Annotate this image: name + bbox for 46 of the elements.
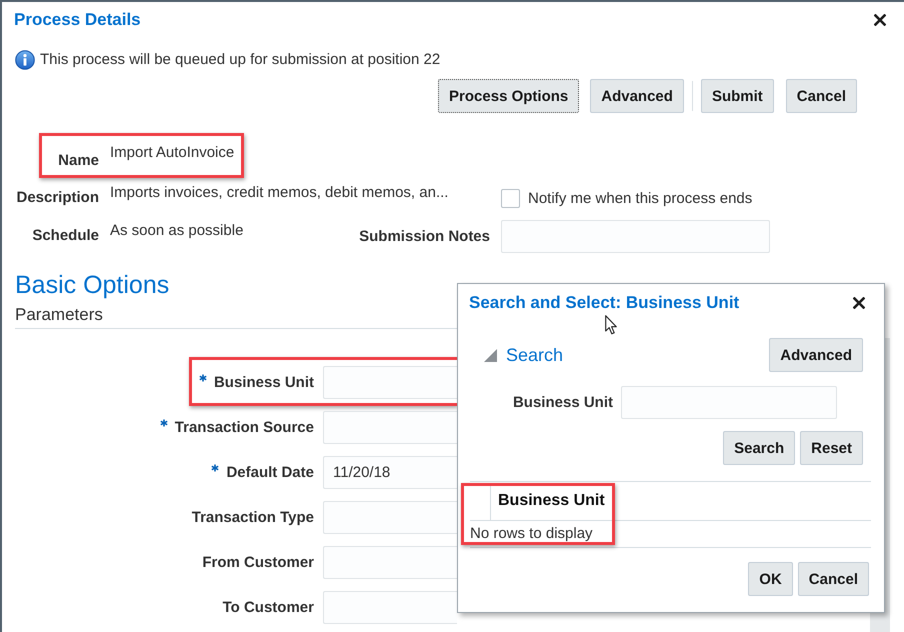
search-button[interactable]: Search	[723, 431, 796, 465]
section-toggle[interactable]: Search	[506, 345, 564, 365]
process-options-button[interactable]: Process Options	[438, 79, 580, 113]
reset-button[interactable]: Reset	[800, 431, 863, 465]
close-icon[interactable]	[853, 297, 865, 309]
field-value: Import AutoInvoice	[110, 144, 234, 162]
field-label: Default Date	[226, 464, 314, 482]
close-icon[interactable]	[874, 14, 886, 26]
dialog-title: Process Details	[14, 10, 141, 30]
ok-button[interactable]: OK	[748, 562, 793, 596]
field-label: From Customer	[202, 554, 314, 572]
advanced-button[interactable]: Advanced	[590, 79, 684, 113]
disclosure-triangle-icon[interactable]	[484, 348, 497, 362]
input-field[interactable]	[323, 546, 457, 579]
empty-message: No rows to display	[470, 525, 593, 543]
section-title: Basic Options	[15, 270, 170, 300]
field-label: Name	[58, 152, 99, 170]
input-field[interactable]	[323, 411, 457, 444]
field-label: Business Unit	[512, 394, 613, 412]
field-value: Imports invoices, credit memos, debit memos, an...	[110, 184, 448, 201]
checkbox-label: Notify me when this process ends	[528, 190, 752, 208]
cancel-button[interactable]: Cancel	[786, 79, 857, 113]
field-label: Transaction Source	[174, 418, 314, 436]
field-value: As soon as possible	[110, 222, 244, 239]
section-subtitle: Parameters	[15, 305, 103, 325]
column-header[interactable]: Business Unit	[498, 491, 605, 511]
input-field[interactable]	[323, 591, 457, 624]
checkbox[interactable]	[501, 189, 520, 208]
info-message: This process will be queued up for submission at position 22	[40, 50, 440, 70]
input-field[interactable]: 11/20/18	[323, 456, 457, 489]
notes-field[interactable]	[501, 220, 770, 253]
field-label: Transaction Type	[192, 508, 314, 526]
search-input-field[interactable]	[621, 386, 837, 419]
field-label: Business Unit	[214, 374, 314, 392]
cancel-button[interactable]: Cancel	[798, 562, 869, 596]
input-field[interactable]	[323, 366, 457, 399]
field-label: Submission Notes	[359, 228, 490, 246]
field-label: Description	[16, 189, 99, 207]
input-field[interactable]	[323, 501, 457, 534]
advanced-button[interactable]: Advanced	[769, 338, 863, 372]
submit-button[interactable]: Submit	[700, 79, 774, 113]
field-label: Schedule	[32, 227, 99, 245]
popup-title: Search and Select: Business Unit	[469, 293, 740, 313]
info-icon	[15, 50, 35, 70]
field-label: To Customer	[222, 598, 314, 616]
pointer-icon	[605, 315, 617, 335]
